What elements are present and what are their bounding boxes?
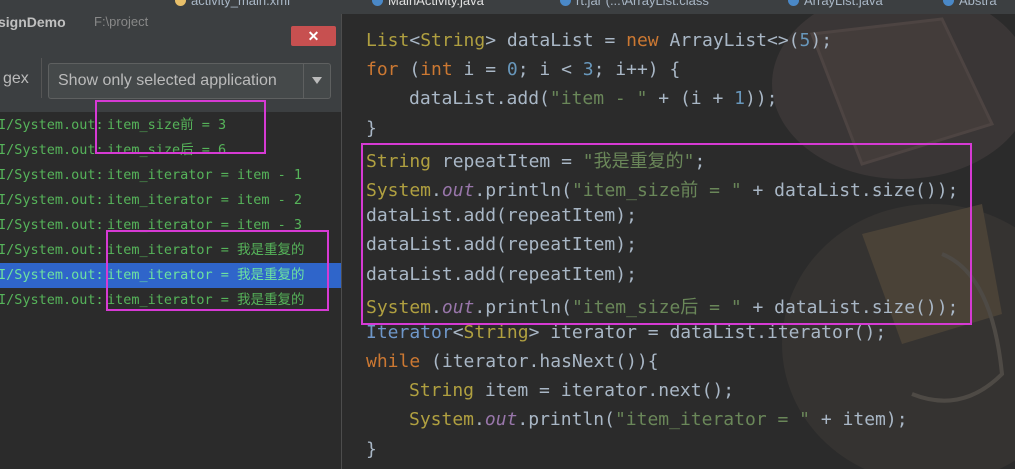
java-class-icon (372, 0, 383, 6)
tab-main-activity-java[interactable]: MainActivity.java (372, 0, 484, 13)
log-line[interactable]: I/System.out: item_iterator = item - 2 (0, 188, 341, 213)
project-title: signDemo (0, 14, 66, 30)
java-class-icon (788, 0, 799, 6)
code-line: String item = iterator.next(); (409, 380, 735, 402)
code-line: while (iterator.hasNext()){ (366, 351, 659, 373)
close-icon: ✕ (307, 28, 320, 44)
editor-tab-bar: activity_main.xml MainActivity.java rt.j… (0, 0, 1015, 15)
code-line: System.out.println("item_iterator = " + … (409, 409, 908, 431)
code-line: Iterator<String> iterator = dataList.ite… (366, 321, 887, 343)
highlight-box-code (361, 143, 972, 325)
code-line: List<String> dataList = new ArrayList<>(… (366, 30, 833, 51)
filter-dropdown[interactable]: Show only selected application (48, 63, 331, 99)
project-path: F:\project (94, 14, 149, 29)
tab-arraylist-class[interactable]: rt.jar (...\ArrayList.class (560, 0, 709, 13)
tab-arraylist-java[interactable]: ArrayList.java (788, 0, 883, 13)
tab-abstract[interactable]: Abstra (943, 0, 997, 13)
logcat-panel: signDemo F:\project ✕ gex Show only sele… (0, 14, 342, 469)
xml-file-icon (175, 0, 186, 6)
close-button[interactable]: ✕ (291, 26, 336, 46)
code-line: for (int i = 0; i < 3; i++) { (366, 59, 681, 81)
code-line: dataList.add("item - " + (i + 1)); (409, 88, 778, 110)
regex-checkbox-label[interactable]: gex (3, 70, 29, 88)
logcat-title-bar: signDemo F:\project ✕ (0, 14, 341, 46)
highlight-box-size-output (95, 100, 266, 154)
filter-dropdown-value: Show only selected application (58, 72, 277, 89)
class-file-icon (560, 0, 571, 6)
code-editor[interactable]: List<String> dataList = new ArrayList<>(… (342, 14, 1015, 469)
log-line[interactable]: I/System.out: item_iterator = item - 1 (0, 163, 341, 188)
code-line: } (366, 438, 377, 460)
highlight-box-duplicate-output (106, 230, 329, 311)
tab-activity-main-xml[interactable]: activity_main.xml (175, 0, 290, 13)
java-class-icon (943, 0, 954, 6)
chevron-down-icon[interactable] (303, 64, 330, 98)
toolbar-divider (41, 58, 42, 98)
